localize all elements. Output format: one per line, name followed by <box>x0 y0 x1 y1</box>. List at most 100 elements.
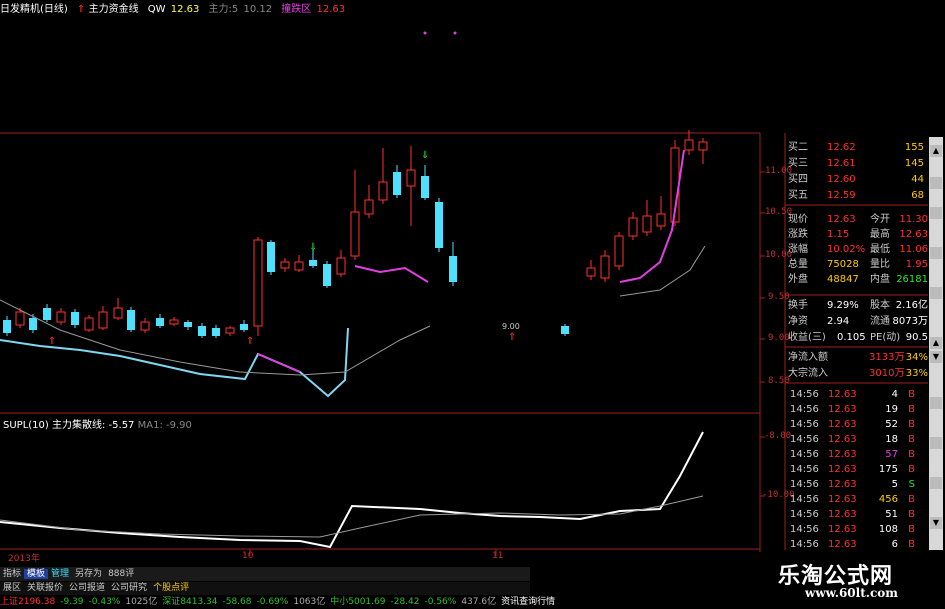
tick-row: 14:56 12.63 108 B <box>785 522 928 537</box>
order-vol: 155 <box>904 142 924 153</box>
stat2-label-2: 流通 <box>870 316 890 327</box>
stat2-label: 净资 <box>788 316 808 327</box>
chart-title-bar: 日发精机(日线) ⇑ 主力资金线 QW 12.63 主力:5 10.12 撞跌区… <box>0 0 945 20</box>
info-tab-bar: 展区 关联报价 公司报道 公司研究 个股点评 <box>0 582 530 595</box>
scroll-down-icon[interactable]: ▼ <box>930 517 942 529</box>
tick-dir: B <box>908 524 915 535</box>
date-label-11: 11 <box>492 551 504 561</box>
tick-price: 12.63 <box>828 494 857 505</box>
stat2-label: 收益(三) <box>788 332 826 343</box>
tick-price: 12.63 <box>828 434 857 445</box>
order-book-row: 买四 12.60 44 <box>785 173 928 187</box>
sub-ma-label: MA1 <box>137 420 160 431</box>
tick-row: 14:56 12.63 51 B <box>785 507 928 522</box>
sub-line-label: 主力集散线 <box>51 420 102 431</box>
order-price: 12.59 <box>827 190 856 201</box>
tick-price: 12.63 <box>828 509 857 520</box>
stats-row: 外盘 48847 内盘 26181 <box>785 273 928 287</box>
panel-btn-1[interactable] <box>930 177 942 189</box>
panel-scrollbar[interactable]: ▲ ▲ ▼ ▼ <box>929 137 943 551</box>
indicator-lines: ⇑ ⇑ ⇑ ⇓ ⇓ <box>0 149 706 549</box>
sub-indicator-name[interactable]: SUPL(10) <box>3 420 49 431</box>
tick-price: 12.63 <box>828 404 857 415</box>
svg-text:⇑: ⇑ <box>246 336 254 347</box>
bottom-tab[interactable]: 另存为 <box>72 569 105 579</box>
tick-row: 14:56 12.63 175 B <box>785 462 928 477</box>
tick-row: 14:56 12.63 4 B <box>785 387 928 402</box>
bottom-tab[interactable]: 管理 <box>48 569 72 579</box>
collapse-down-icon[interactable]: ▼ <box>930 351 942 363</box>
tick-vol: 5 <box>891 479 898 490</box>
bottom-tab[interactable]: 模板 <box>24 569 49 579</box>
bottom-tab[interactable]: 888评 <box>105 569 137 579</box>
status-item: -58.68 <box>222 597 252 607</box>
tick-vol: 175 <box>878 464 898 475</box>
stat-label-2: 最低 <box>870 244 890 255</box>
order-label: 买五 <box>788 190 808 201</box>
tick-price: 12.63 <box>828 464 857 475</box>
tick-dir: B <box>908 509 915 520</box>
qw-value: 12.63 <box>170 4 200 15</box>
tick-vol: 52 <box>885 419 898 430</box>
order-label: 买四 <box>788 174 808 185</box>
tick-price: 12.63 <box>828 524 857 535</box>
main-label: 主力:5 <box>208 4 239 15</box>
tick-time: 14:56 <box>790 389 819 400</box>
stat2-label-2: 股本 <box>870 300 890 311</box>
stat2-label-2: PE(动) <box>870 332 901 343</box>
collapse-up-icon[interactable]: ▲ <box>930 337 942 349</box>
stat-value-2: 26181 <box>896 274 928 285</box>
info-tab[interactable]: 公司报道 <box>66 583 108 593</box>
panel-btn-6[interactable] <box>930 437 942 449</box>
stat-label-2: 内盘 <box>870 274 890 285</box>
stock-title[interactable]: 日发精机(日线) <box>0 4 68 15</box>
flow-label: 净流入额 <box>788 352 828 363</box>
scroll-up-icon[interactable]: ▲ <box>930 145 942 157</box>
tick-price: 12.63 <box>828 389 857 400</box>
order-book-row: 买五 12.59 68 <box>785 189 928 203</box>
date-label-2013: 2013年 <box>8 554 40 564</box>
stat-label: 外盘 <box>788 274 808 285</box>
stat2-value: 0.105 <box>837 332 866 343</box>
stat-label-2: 今开 <box>870 214 890 225</box>
stat-value: 1.15 <box>827 229 850 240</box>
order-price: 12.62 <box>827 142 856 153</box>
info-tab[interactable]: 展区 <box>0 583 24 593</box>
signal-value: 12.63 <box>316 4 346 15</box>
tick-vol: 57 <box>885 449 898 460</box>
bottom-tab[interactable]: 指标 <box>0 569 24 579</box>
panel-btn-2[interactable] <box>930 207 942 219</box>
status-item: -28.42 <box>390 597 420 607</box>
info-tab[interactable]: 关联报价 <box>24 583 66 593</box>
tick-time: 14:56 <box>790 434 819 445</box>
panel-btn-5[interactable] <box>930 397 942 409</box>
order-book-row: 买二 12.62 155 <box>785 141 928 155</box>
tick-vol: 51 <box>885 509 898 520</box>
tick-dir: B <box>908 464 915 475</box>
panel-btn-3[interactable] <box>930 247 942 259</box>
stat-value-2: 11.30 <box>899 214 928 225</box>
tick-dir: B <box>908 494 915 505</box>
info-tab[interactable]: 公司研究 <box>108 583 150 593</box>
tick-vol: 18 <box>885 434 898 445</box>
svg-text:⇑: ⇑ <box>508 332 516 343</box>
stat-label: 涨幅 <box>788 244 808 255</box>
tick-price: 12.63 <box>828 449 857 460</box>
tick-vol: 456 <box>878 494 898 505</box>
stat-label-2: 最高 <box>870 229 890 240</box>
status-item: 深证8413.34 <box>162 597 218 607</box>
panel-btn-4[interactable] <box>930 287 942 299</box>
stat2-value-2: 2.16亿 <box>895 300 928 311</box>
up-arrow-icon: ⇑ <box>77 4 86 15</box>
status-item: -0.56% <box>424 597 457 607</box>
stats2-row: 净资 2.94 流通 8073万 <box>785 315 928 329</box>
tick-vol: 19 <box>885 404 898 415</box>
tick-price: 12.63 <box>828 479 857 490</box>
tick-dir: B <box>908 404 915 415</box>
tick-row: 14:56 12.63 18 B <box>785 432 928 447</box>
tick-row: 14:56 12.63 19 B <box>785 402 928 417</box>
panel-btn-7[interactable] <box>930 477 942 489</box>
stat-value: 12.63 <box>827 214 856 225</box>
info-tab[interactable]: 个股点评 <box>150 583 192 593</box>
signal-label: 撞跌区 <box>281 4 312 15</box>
